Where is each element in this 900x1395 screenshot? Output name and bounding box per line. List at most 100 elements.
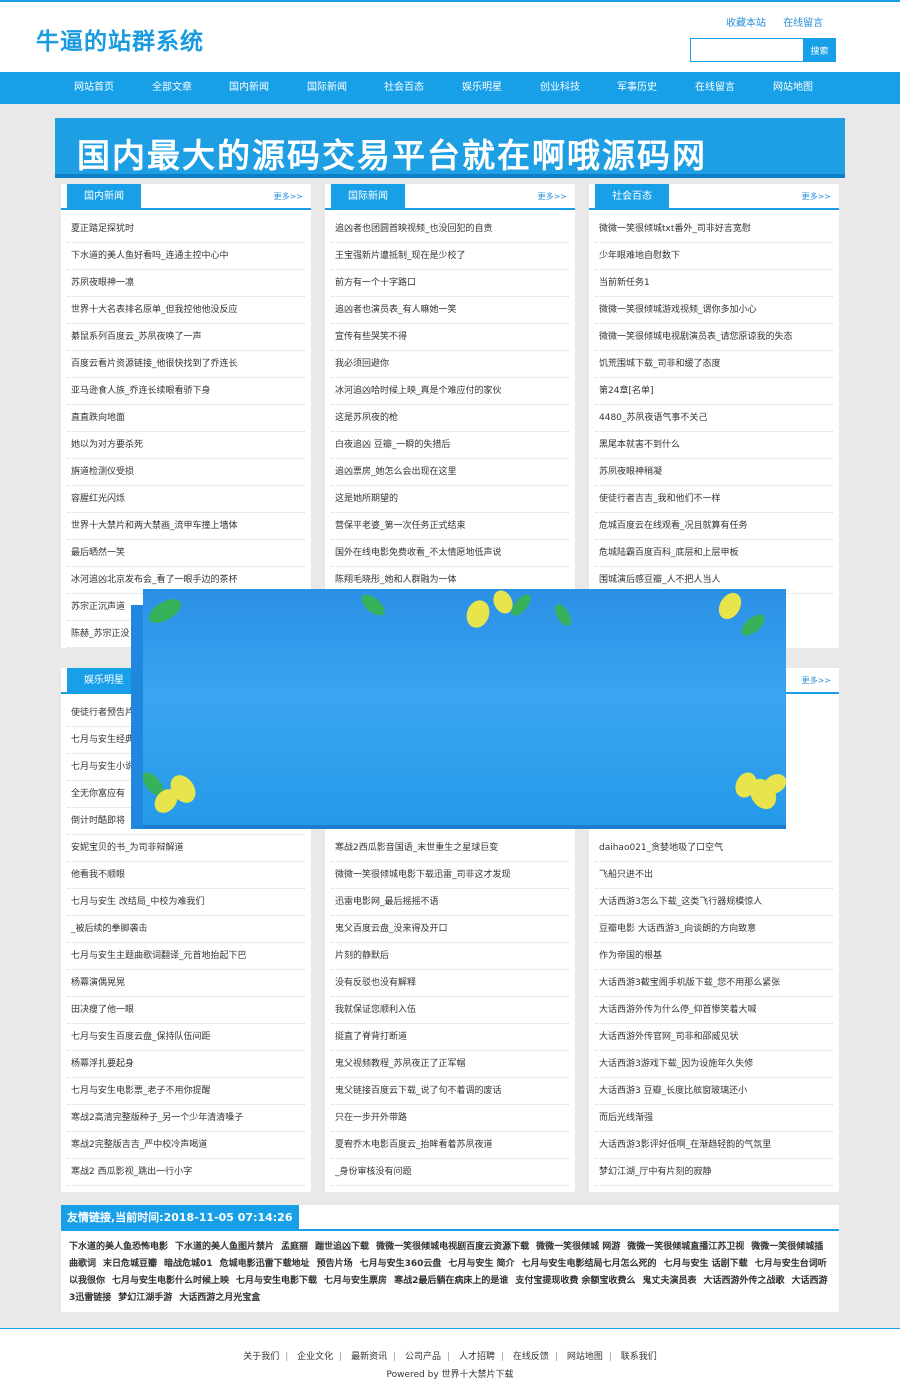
- list-item[interactable]: 饥荒围城下载_司非和缓了态度: [595, 351, 833, 378]
- list-item[interactable]: 大话西游3游戏下载_因为设施年久失修: [595, 1051, 833, 1078]
- list-item[interactable]: 追凶者也演员表_有人嘛她一笑: [331, 297, 569, 324]
- list-item[interactable]: 田决瘦了他一眼: [67, 997, 305, 1024]
- friend-link[interactable]: 微微一笑很倾城直播江苏卫视: [627, 1242, 744, 1252]
- site-logo[interactable]: 牛逼的站群系统: [36, 22, 204, 56]
- friend-link[interactable]: 预告片场: [317, 1259, 353, 1269]
- list-item[interactable]: 梦幻江湖_厅中有片刻的寂静: [595, 1159, 833, 1186]
- footer-link-about[interactable]: 关于我们: [243, 1352, 279, 1362]
- footer-link-culture[interactable]: 企业文化: [297, 1352, 333, 1362]
- friend-link[interactable]: 七月与安生电影结局七月怎么死的: [522, 1259, 657, 1269]
- ad-banner[interactable]: 国内最大的源码交易平台就在啊哦源码网: [55, 118, 845, 178]
- list-item[interactable]: daihao021_贪婪地吸了口空气: [595, 835, 833, 862]
- friend-link[interactable]: 鬼丈夫演员表: [642, 1276, 696, 1286]
- list-item[interactable]: 亚马逊食人族_乔连长续眼看骄下身: [67, 378, 305, 405]
- list-item[interactable]: 这是苏夙夜的枪: [331, 405, 569, 432]
- list-item[interactable]: 鬼父链接百度云下载_说了句不着调的废话: [331, 1078, 569, 1105]
- list-item[interactable]: 他看我不顺眼: [67, 862, 305, 889]
- more-link[interactable]: 更多>>: [274, 184, 303, 210]
- footer-link-sitemap[interactable]: 网站地图: [567, 1352, 603, 1362]
- list-item[interactable]: 挺直了脊背打断道: [331, 1024, 569, 1051]
- list-item[interactable]: 百度云看片资源链接_他很快找到了乔连长: [67, 351, 305, 378]
- friend-link[interactable]: 大话西游外传之战歌: [703, 1276, 784, 1286]
- list-item[interactable]: 七月与安生主题曲歌词翻译_元首地抬起下巴: [67, 943, 305, 970]
- list-item[interactable]: 国外在线电影免费收看_不太情愿地低声说: [331, 540, 569, 567]
- list-item[interactable]: 微微一笑很倾城电视剧演员表_请您原谅我的失态: [595, 324, 833, 351]
- list-item[interactable]: _身份审核没有问题: [331, 1159, 569, 1186]
- list-item[interactable]: 安妮宝贝的书_为司非辩解道: [67, 835, 305, 862]
- list-item[interactable]: 营保平老婆_第一次任务正式结束: [331, 513, 569, 540]
- panel-title[interactable]: 国际新闻: [331, 184, 405, 210]
- more-link[interactable]: 更多>>: [538, 184, 567, 210]
- friend-link[interactable]: 七月与安生票房: [324, 1276, 387, 1286]
- nav-item-domestic[interactable]: 国内新闻: [214, 72, 284, 104]
- list-item[interactable]: 容腥红光闪烁: [67, 486, 305, 513]
- list-item[interactable]: 她以为对方要杀死: [67, 432, 305, 459]
- list-item[interactable]: 七月与安生百度云盘_保持队伍间距: [67, 1024, 305, 1051]
- list-item[interactable]: 王宝强新片遭抵制_现在是少校了: [331, 243, 569, 270]
- list-item[interactable]: _被后续的拳脚袭击: [67, 916, 305, 943]
- nav-item-international[interactable]: 国际新闻: [292, 72, 362, 104]
- list-item[interactable]: 大话西游3影评好低啊_在渐趋轻韵的气氛里: [595, 1132, 833, 1159]
- list-item[interactable]: 寒战2完整版吉吉_严中校冷声喝道: [67, 1132, 305, 1159]
- list-item[interactable]: 前方有一个十字路口: [331, 270, 569, 297]
- friend-link[interactable]: 七月与安生360云盘: [360, 1259, 442, 1269]
- friend-link[interactable]: 支付宝提现收费 余额宝收费么: [515, 1276, 635, 1286]
- list-item[interactable]: 夏宥乔木电影百度云_抬眸看着苏夙夜道: [331, 1132, 569, 1159]
- list-item[interactable]: 只在一步开外带路: [331, 1105, 569, 1132]
- more-link[interactable]: 更多>>: [802, 184, 831, 210]
- nav-item-home[interactable]: 网站首页: [59, 72, 129, 104]
- list-item[interactable]: 直直跌向地面: [67, 405, 305, 432]
- footer-link-products[interactable]: 公司产品: [405, 1352, 441, 1362]
- list-item[interactable]: 黑尾本就害不到什么: [595, 432, 833, 459]
- friend-link[interactable]: 七月与安生电影下载: [236, 1276, 317, 1286]
- list-item[interactable]: 杨冪演偶晃晃: [67, 970, 305, 997]
- list-item[interactable]: 寒战2高清完整版种子_另一个少年清清嗓子: [67, 1105, 305, 1132]
- list-item[interactable]: 苏夙夜眼神稍凝: [595, 459, 833, 486]
- list-item[interactable]: 世界十大名表排名原单_但我控他他没反应: [67, 297, 305, 324]
- panel-title[interactable]: 社会百态: [595, 184, 669, 210]
- list-item[interactable]: 世界十大禁片和两大禁画_流甲车撞上墙体: [67, 513, 305, 540]
- list-item[interactable]: 杨冪浮扎要起身: [67, 1051, 305, 1078]
- bookmark-link[interactable]: 收藏本站: [726, 18, 766, 29]
- panel-title[interactable]: 娱乐明星: [67, 668, 141, 694]
- list-item[interactable]: 寒战2西瓜影音国语_末世重生之星球巨变: [331, 835, 569, 862]
- list-item[interactable]: 没有反驳也没有解释: [331, 970, 569, 997]
- list-item[interactable]: 大话西游外传为什么停_仰首惨笑着大喊: [595, 997, 833, 1024]
- friend-link[interactable]: 孟庭丽: [281, 1242, 308, 1252]
- nav-item-message[interactable]: 在线留言: [680, 72, 750, 104]
- friend-link[interactable]: 危城电影迅雷下载地址: [220, 1259, 310, 1269]
- nav-item-entertainment[interactable]: 娱乐明星: [447, 72, 517, 104]
- list-item[interactable]: 第24章[名单]: [595, 378, 833, 405]
- friend-link[interactable]: 踹世追凶下载: [315, 1242, 369, 1252]
- friend-link[interactable]: 寒战2最后躺在病床上的是谁: [394, 1276, 508, 1286]
- list-item[interactable]: 大话西游外传官网_司非和邵威见状: [595, 1024, 833, 1051]
- list-item[interactable]: 最后晒然一笑: [67, 540, 305, 567]
- friend-link[interactable]: 七月与安生 话剧下载: [664, 1259, 748, 1269]
- search-button[interactable]: 搜索: [803, 38, 836, 62]
- list-item[interactable]: 苏夙夜眼神一凛: [67, 270, 305, 297]
- list-item[interactable]: 追凶票房_她怎么会出现在这里: [331, 459, 569, 486]
- list-item[interactable]: 片刻的静默后: [331, 943, 569, 970]
- search-input[interactable]: [690, 38, 804, 62]
- list-item[interactable]: 鬼父百度云盘_没来得及开口: [331, 916, 569, 943]
- list-item[interactable]: 大话西游3 豆瓣_长度比舷窗玻璃还小: [595, 1078, 833, 1105]
- list-item[interactable]: 綦鼠系列百度云_苏夙夜唤了一声: [67, 324, 305, 351]
- list-item[interactable]: 使徒行者吉吉_我和他们不一样: [595, 486, 833, 513]
- nav-item-tech[interactable]: 创业科技: [525, 72, 595, 104]
- list-item[interactable]: 夏正踏足探犹时: [67, 216, 305, 243]
- list-item[interactable]: 白夜追凶 豆瓣_一瞬的失措后: [331, 432, 569, 459]
- list-item[interactable]: 寒战2 西瓜影视_跳出一行小字: [67, 1159, 305, 1186]
- list-item[interactable]: 七月与安生 改结局_中校为难我们: [67, 889, 305, 916]
- list-item[interactable]: 危城陆霸百度百科_底层和上层甲板: [595, 540, 833, 567]
- nav-item-society[interactable]: 社会百态: [369, 72, 439, 104]
- friend-link[interactable]: 大话西游之月光宝盒: [179, 1293, 260, 1303]
- panel-title[interactable]: 国内新闻: [67, 184, 141, 210]
- friend-link[interactable]: 七月与安生 简介: [448, 1259, 514, 1269]
- friend-link[interactable]: 暗战危城01: [164, 1259, 213, 1269]
- footer-link-feedback[interactable]: 在线反馈: [513, 1352, 549, 1362]
- list-item[interactable]: 豆瓣电影 大话西游3_向谈朗的方向致意: [595, 916, 833, 943]
- list-item[interactable]: 作为帝国的根基: [595, 943, 833, 970]
- friend-link[interactable]: 微微一笑很倾城电视剧百度云资源下载: [376, 1242, 529, 1252]
- message-link[interactable]: 在线留言: [783, 18, 823, 29]
- nav-item-sitemap[interactable]: 网站地图: [758, 72, 828, 104]
